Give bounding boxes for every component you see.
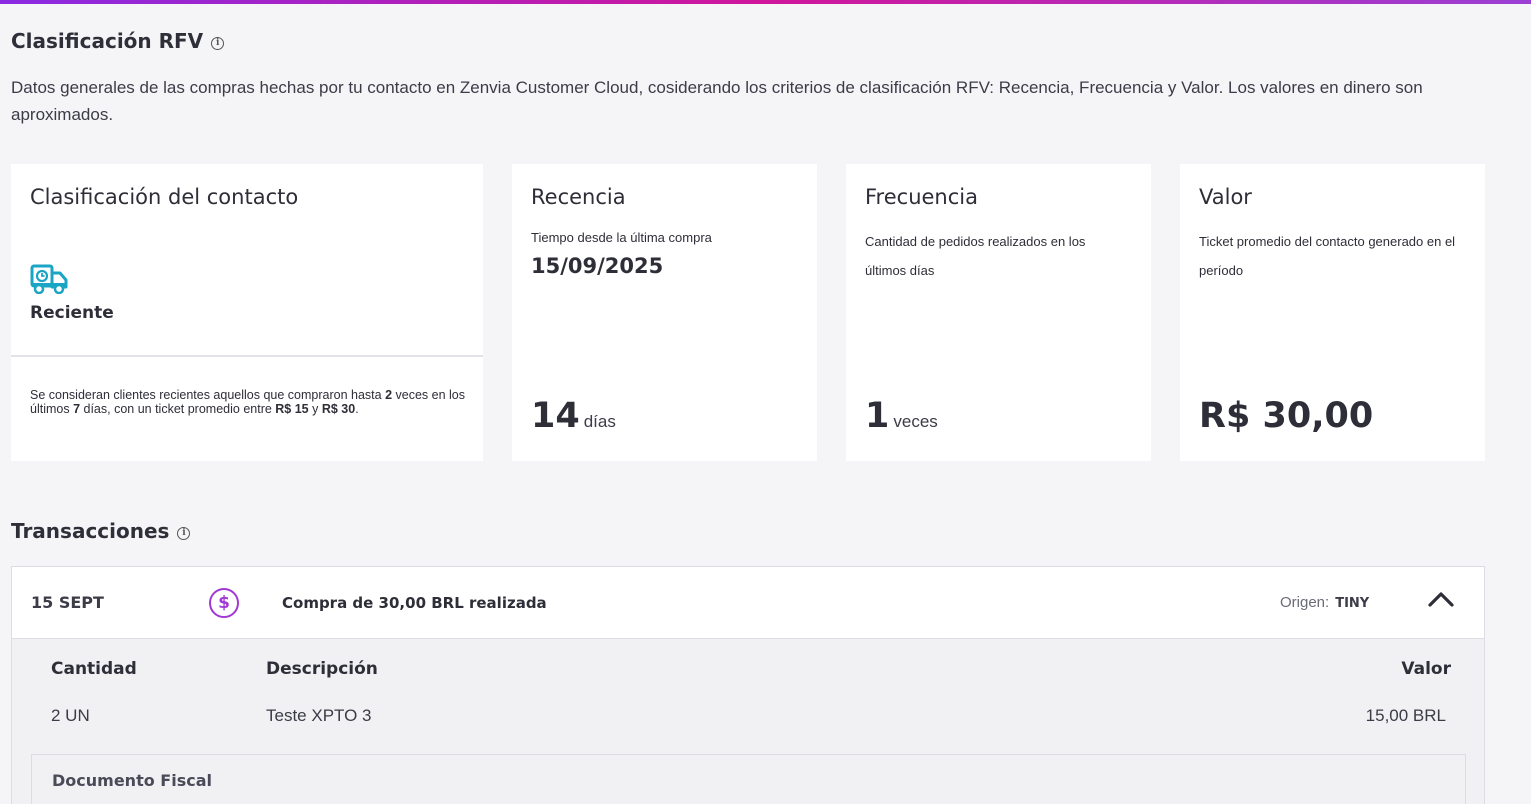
row-value: 15,00 BRL [1365,706,1446,725]
recencia-title: Recencia [531,185,626,209]
top-accent-bar [0,0,1531,4]
rfv-description: Datos generales de las compras hechas po… [11,78,1423,124]
classification-note: Se consideran clientes recientes aquello… [30,388,465,416]
fiscal-document-section: Documento Fiscal [31,754,1466,804]
transaction-item: 15 SEPT $ Compra de 30,00 BRL realizada … [11,566,1485,804]
valor-title: Valor [1199,185,1252,209]
classification-label: Reciente [30,303,114,323]
transactions-title-text: Transacciones [11,519,170,543]
card-divider [11,355,483,357]
classification-card-title: Clasificación del contacto [30,185,299,209]
recencia-value: 14 días [531,396,616,436]
row-qty: 2 UN [51,706,90,725]
rfv-section-title: Clasificación RFV i [11,29,225,53]
column-header-cantidad: Cantidad [51,659,137,679]
frecuencia-value: 1 veces [865,396,938,436]
transaction-details: Cantidad Descripción Valor 2 UN Teste XP… [12,639,1484,804]
recencia-card: Recencia Tiempo desde la última compra 1… [512,164,817,461]
frecuencia-card: Frecuencia Cantidad de pedidos realizado… [846,164,1151,461]
transaction-origin: Origen: TINY [1280,594,1370,611]
valor-subtitle: Ticket promedio del contacto generado en… [1199,234,1456,278]
recencia-date: 15/09/2025 [531,254,664,278]
dollar-circle-icon: $ [209,588,239,618]
chevron-up-icon[interactable] [1426,589,1456,609]
transaction-header[interactable]: 15 SEPT $ Compra de 30,00 BRL realizada … [12,567,1484,639]
classification-card: Clasificación del contacto Reciente Se c… [11,164,483,461]
transaction-description: Compra de 30,00 BRL realizada [282,594,547,612]
row-desc: Teste XPTO 3 [266,706,372,725]
frecuencia-title: Frecuencia [865,185,978,209]
delivery-truck-clock-icon [30,264,68,294]
column-header-descripcion: Descripción [266,659,378,679]
valor-card: Valor Ticket promedio del contacto gener… [1180,164,1485,461]
transaction-date: 15 SEPT [31,593,104,612]
column-header-valor: Valor [1401,659,1451,679]
info-icon[interactable]: i [177,526,191,540]
info-icon[interactable]: i [211,36,225,50]
recencia-subtitle: Tiempo desde la última compra [531,230,712,245]
transactions-section-title: Transacciones i [11,519,191,543]
valor-value: R$ 30,00 [1199,396,1374,436]
rfv-title-text: Clasificación RFV [11,29,204,53]
fiscal-document-title: Documento Fiscal [52,771,212,790]
frecuencia-subtitle: Cantidad de pedidos realizados en los úl… [865,234,1086,278]
